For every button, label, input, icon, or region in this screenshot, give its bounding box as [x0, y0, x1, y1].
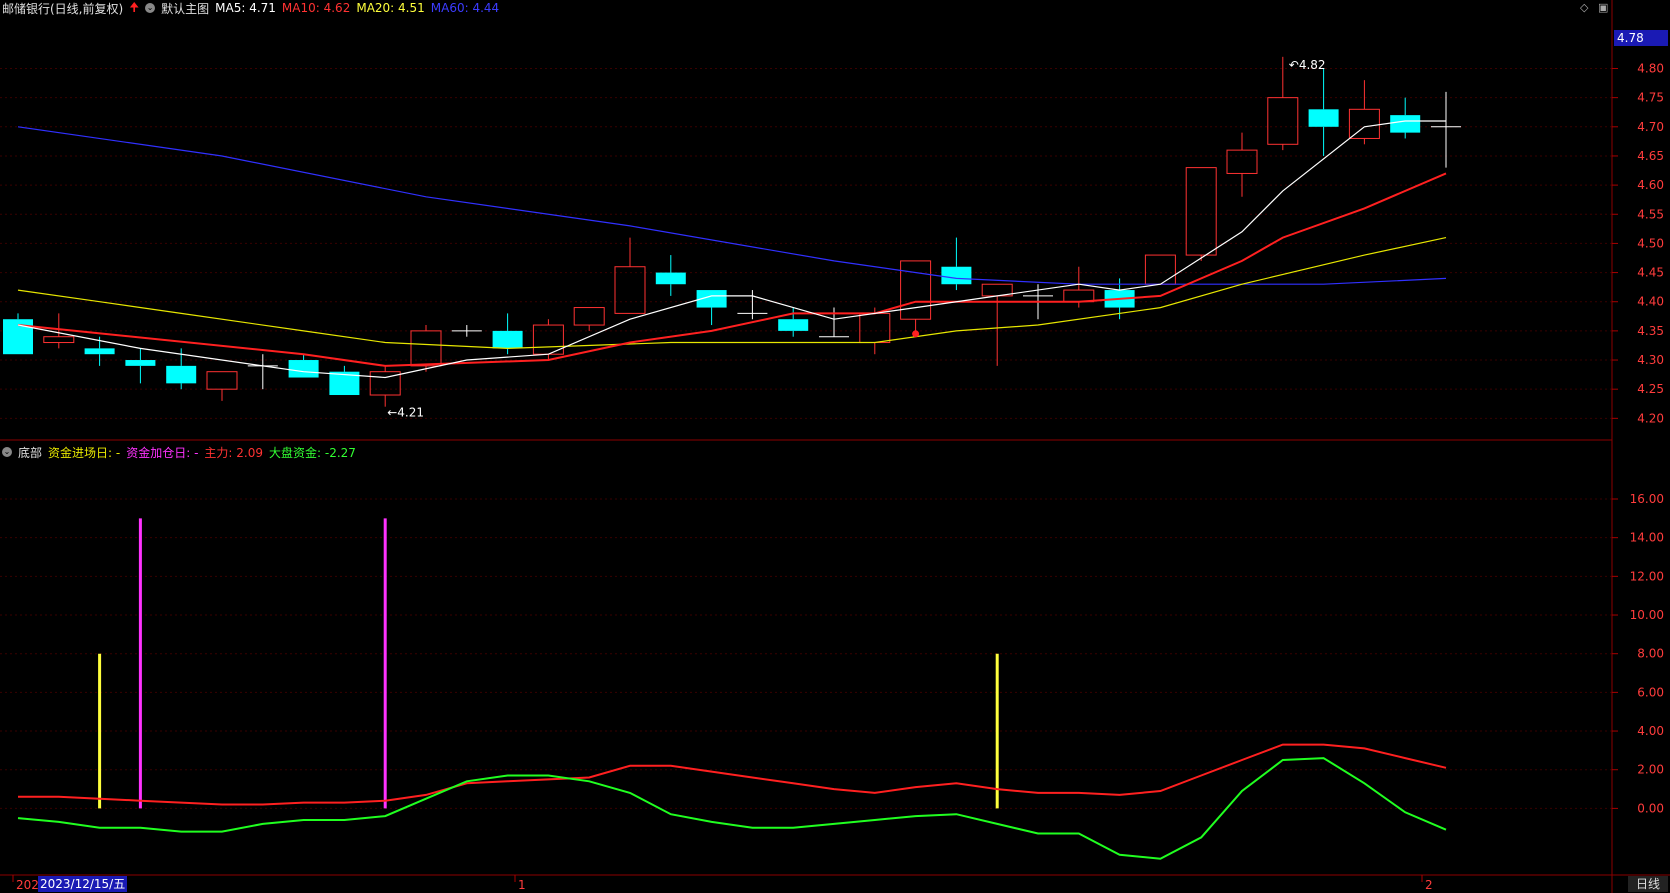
- add-day-label: 资金加仓日: -: [126, 445, 199, 460]
- price-axis-label: 4.75: [1637, 91, 1664, 105]
- price-axis-label: 4.25: [1637, 382, 1664, 396]
- ma60-label: MA60: 4.44: [430, 1, 500, 15]
- candle-body: [900, 260, 932, 320]
- up-arrow-icon: 🠉: [129, 0, 140, 14]
- candle-body: [778, 319, 809, 331]
- market-fund-label: 大盘资金: -2.27: [269, 445, 356, 460]
- sub-axis-label: 2.00: [1637, 763, 1664, 777]
- candle-body: [941, 266, 972, 285]
- candle: [1308, 68, 1339, 156]
- candle: [206, 371, 238, 401]
- candle: [369, 365, 401, 407]
- candle: [573, 307, 605, 331]
- main-header: 邮储银行(日线,前复权) 🠉 ⌄ 默认主图 MA5: 4.71 MA10: 4.…: [2, 0, 499, 16]
- signal-dot: [912, 330, 920, 338]
- main-force-label: 主力: 2.09: [204, 445, 263, 460]
- time-axis-label: 202: [16, 878, 39, 892]
- low-annotation: ←4.21: [387, 406, 424, 420]
- price-axis-label: 4.30: [1637, 353, 1664, 367]
- price-axis-label: 4.40: [1637, 295, 1664, 309]
- sub-header: ⌄ 底部 资金进场日: - 资金加仓日: - 主力: 2.09 大盘资金: -2…: [2, 444, 356, 460]
- candle-body: [1348, 108, 1380, 139]
- sub-axis-label: 4.00: [1637, 724, 1664, 738]
- date-box: 2023/12/15/五: [38, 876, 128, 892]
- price-axis-label: 4.45: [1637, 266, 1664, 280]
- candle-body: [410, 330, 442, 367]
- candle: [1226, 132, 1258, 197]
- grid-lines: [0, 67, 1612, 809]
- ma5-line: [17, 120, 1446, 379]
- candle-body: [1226, 149, 1258, 174]
- candle-body: [1308, 109, 1339, 127]
- candle: [451, 325, 482, 337]
- candle-body: [206, 371, 238, 390]
- candle-body: [125, 360, 156, 366]
- ma20-label: MA20: 4.51: [356, 1, 425, 15]
- time-axis-label: 1: [518, 878, 526, 892]
- price-axis-label: 4.55: [1637, 207, 1664, 221]
- candle: [1144, 254, 1176, 285]
- candle-body: [43, 336, 75, 344]
- indicator-pane: [17, 518, 1447, 860]
- candle-body: [492, 330, 523, 349]
- sub-axis-label: 12.00: [1630, 569, 1664, 583]
- diamond-icon[interactable]: ◇: [1580, 1, 1588, 14]
- price-axis-label: 4.50: [1637, 236, 1664, 250]
- current-price-tag: 4.78: [1614, 30, 1668, 46]
- sub-axis-label: 16.00: [1630, 492, 1664, 506]
- sub-axis-label: 0.00: [1637, 801, 1664, 815]
- candle: [3, 313, 33, 355]
- price-axis-label: 4.70: [1637, 120, 1664, 134]
- candle: [125, 348, 156, 384]
- price-axis-label: 4.80: [1637, 61, 1664, 75]
- candle-body: [859, 312, 891, 344]
- candle: [247, 354, 278, 390]
- sub-axis-label: 8.00: [1637, 647, 1664, 661]
- sub-axis-label: 10.00: [1630, 608, 1664, 622]
- sub-axis-label: 6.00: [1637, 685, 1664, 699]
- candle-body: [614, 266, 646, 314]
- stock-title[interactable]: 邮储银行(日线,前复权): [2, 0, 123, 17]
- candle-body: [1185, 167, 1217, 256]
- chevron-down-icon[interactable]: ⌄: [145, 3, 156, 13]
- candle-body: [1390, 115, 1421, 133]
- time-axis-label: 2: [1425, 878, 1433, 892]
- candle-body: [288, 360, 319, 378]
- window-icons: ◇ ▣: [1580, 1, 1608, 14]
- period-button[interactable]: 日线: [1628, 876, 1668, 892]
- price-axis-label: 4.20: [1637, 411, 1664, 425]
- ma10-label: MA10: 4.62: [281, 1, 351, 15]
- candle: [941, 237, 972, 291]
- ma5-label: MA5: 4.71: [215, 1, 276, 15]
- price-axis-label: 4.65: [1637, 149, 1664, 163]
- high-annotation: ↶4.82: [1289, 58, 1326, 72]
- candle: [288, 354, 319, 378]
- template-name[interactable]: 默认主图: [161, 0, 209, 17]
- main-force-line: [18, 743, 1447, 806]
- ma10-line: [17, 172, 1447, 367]
- moving-average-lines: ↶4.82 ←4.21: [17, 58, 1447, 420]
- entry-day-label: 资金进场日: -: [48, 445, 121, 460]
- candle-body: [573, 307, 605, 326]
- candle-body: [1144, 254, 1176, 285]
- candle-body: [1267, 97, 1299, 145]
- square-icon[interactable]: ▣: [1598, 1, 1608, 14]
- price-axis-label: 4.60: [1637, 178, 1664, 192]
- candle-body: [84, 348, 115, 355]
- candle-body: [3, 319, 33, 355]
- ma20-line: [17, 237, 1447, 350]
- price-axis-label: 4.35: [1637, 324, 1664, 338]
- candle-body: [166, 365, 197, 384]
- indicator-name[interactable]: 底部: [18, 444, 42, 461]
- candle: [329, 365, 360, 396]
- sub-axis-label: 14.00: [1630, 531, 1664, 545]
- candle: [1390, 97, 1421, 139]
- chevron-down-icon[interactable]: ⌄: [2, 447, 12, 457]
- candle: [737, 290, 768, 320]
- candle: [655, 255, 686, 296]
- candle: [778, 307, 809, 337]
- candle-body: [655, 272, 686, 285]
- candle: [819, 307, 849, 338]
